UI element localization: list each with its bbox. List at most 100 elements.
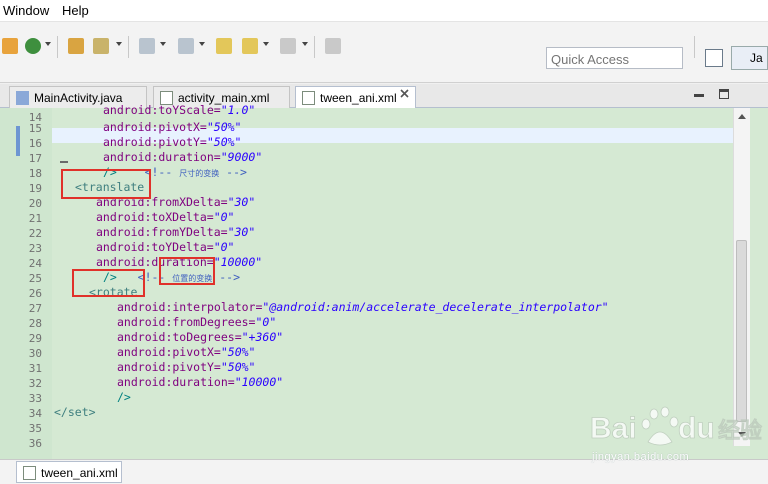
code-line-33: /> [117,390,131,405]
svg-text:du: du [678,412,715,445]
line-number: 26 [28,287,42,300]
code-line-23: android:toYDelta="0" [96,240,234,255]
tag-close: /> [117,390,131,404]
run-icon[interactable] [25,38,41,54]
line-number: 24 [28,257,42,270]
line-number: 19 [28,182,42,195]
attr-value: "0" [213,240,235,254]
attr-value: "+360" [241,330,284,344]
rotate-highlight-box [72,269,145,297]
attr-name: android:duration= [103,150,221,164]
attr-name: android:interpolator= [117,300,263,314]
toolbar-separator [57,36,58,58]
attr-value: "30" [227,195,256,209]
java-file-icon [16,91,29,105]
tab-label: tween_ani.xml [41,466,118,480]
line-number: 35 [28,422,42,435]
next-annotation-icon[interactable] [139,38,155,54]
attr-value: "0" [213,210,235,224]
task-dropdown-arrow-icon[interactable] [116,42,122,46]
watermark-url: jingyan.baidu.com [592,451,690,463]
attr-name: android:pivotX= [117,345,221,359]
code-line-28: android:fromDegrees="0" [117,315,276,330]
attr-name: android:toDegrees= [117,330,242,344]
forward-dropdown-icon[interactable] [302,42,308,46]
comment-close: --> [226,165,247,179]
open-perspective-icon[interactable] [705,49,723,67]
line-number: 18 [28,167,42,180]
attr-name: android:pivotY= [117,360,221,374]
attr-value: "9000" [220,150,263,164]
scrollbar-thumb[interactable] [736,240,747,422]
android-xml-file-icon [23,466,36,480]
svg-text:Bai: Bai [590,412,637,445]
tab-label: tween_ani.xml [320,91,397,105]
line-number: 17 [28,152,42,165]
attr-name: android:fromDegrees= [117,315,256,329]
code-line-32: android:duration="10000" [117,375,283,390]
line-number: 34 [28,407,42,420]
pin-editor-icon[interactable] [325,38,341,54]
android-xml-file-icon [302,91,315,105]
tab-tween-ani-xml[interactable]: tween_ani.xml [295,86,416,109]
toolbar-separator [314,36,315,58]
line-number: 23 [28,242,42,255]
set-close-tag: </set> [54,405,96,419]
forward-arrow-icon[interactable] [280,38,296,54]
new-android-project-icon[interactable] [2,38,18,54]
perspective-label: Ja [750,51,763,65]
menu-bar: Window Help [0,0,768,22]
menu-window[interactable]: Window [3,3,49,18]
attr-value: "30" [227,225,256,239]
code-line-30: android:pivotX="50%" [117,345,255,360]
attr-name: android:toYDelta= [96,240,214,254]
line-number: 36 [28,437,42,450]
line-number: 31 [28,362,42,375]
baidu-watermark: Bai du 经验 jingyan.baidu.com [588,404,768,466]
line-number: 29 [28,332,42,345]
attr-value: "10000" [234,375,284,389]
next-annotation-dropdown-icon[interactable] [160,42,166,46]
menu-help[interactable]: Help [62,3,89,18]
quick-access-input[interactable] [546,47,683,69]
back-dropdown-icon[interactable] [263,42,269,46]
previous-annotation-icon[interactable] [178,38,194,54]
line-number: 21 [28,212,42,225]
maximize-icon[interactable] [719,89,729,99]
previous-annotation-dropdown-icon[interactable] [199,42,205,46]
open-task-icon[interactable] [93,38,109,54]
code-line-22: android:fromYDelta="30" [96,225,255,240]
line-number: 27 [28,302,42,315]
code-line-31: android:pivotY="50%" [117,360,255,375]
code-line-16: android:pivotY="50%" [103,135,241,150]
fold-marker-icon[interactable] [60,161,68,163]
close-tab-icon[interactable] [399,88,410,99]
open-type-icon[interactable] [68,38,84,54]
code-line-27: android:interpolator="@android:anim/acce… [117,300,609,315]
code-line-15: android:pivotX="50%" [103,120,241,135]
line-number: 16 [28,137,42,150]
java-perspective-button[interactable]: Ja [731,46,768,70]
line-number: 30 [28,347,42,360]
attr-name: android:pivotX= [103,120,207,134]
minimize-icon[interactable] [694,94,704,97]
line-number: 25 [28,272,42,285]
line-number: 32 [28,377,42,390]
svg-text:经验: 经验 [718,418,762,444]
code-line-17: android:duration="9000" [103,150,262,165]
attr-value: "50%" [220,360,256,374]
back-arrow-icon[interactable] [242,38,258,54]
attr-value: "50%" [220,345,256,359]
translate-highlight-box [61,169,151,199]
code-line-34: </set> [54,405,96,420]
comment-highlight-box [159,257,215,285]
tab-tween-ani-xml-source[interactable]: tween_ani.xml [16,461,122,483]
line-number: 33 [28,392,42,405]
attr-name: android:toYScale= [103,103,221,117]
line-number: 22 [28,227,42,240]
run-dropdown-arrow-icon[interactable] [45,42,51,46]
scroll-up-icon[interactable] [738,114,746,119]
attr-value: "50%" [206,120,242,134]
last-edit-location-icon[interactable] [216,38,232,54]
code-line-21: android:toXDelta="0" [96,210,234,225]
